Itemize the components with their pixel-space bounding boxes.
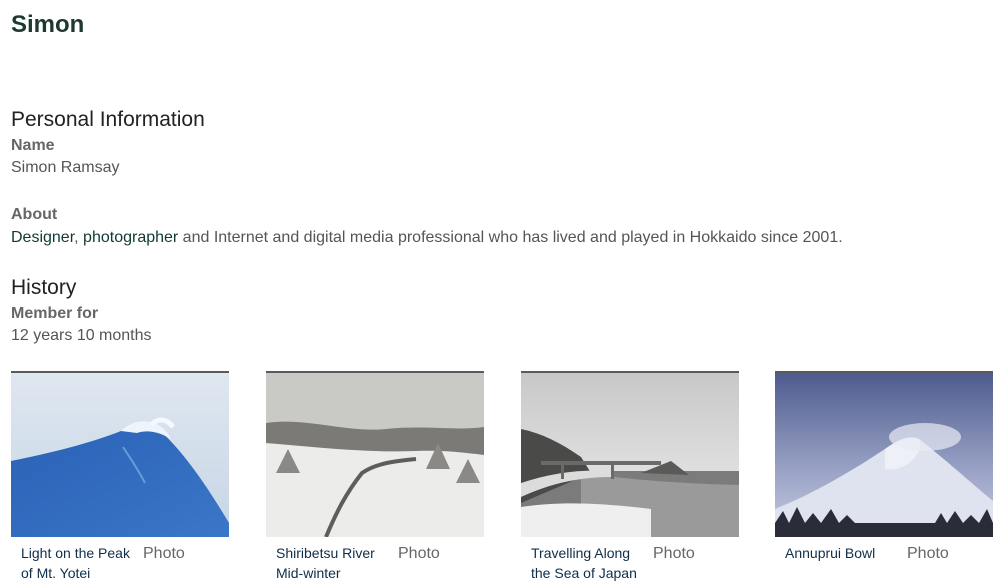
photo-title-link[interactable]: Shiribetsu River Mid-winter (276, 543, 396, 583)
member-for-label: Member for (11, 305, 99, 322)
photo-card: Light on the Peak of Mt. Yotei Photo (11, 371, 229, 581)
photo-thumbnail-annupuri-bowl[interactable] (775, 371, 993, 537)
photo-type-label: Photo (653, 545, 695, 562)
photo-title-line1: Light on the Peak (21, 545, 130, 561)
member-for-value: 12 years 10 months (11, 327, 152, 344)
photo-title-line1: Annuprui Bowl (785, 545, 876, 561)
name-value: Simon Ramsay (11, 159, 120, 176)
photo-title-link[interactable]: Travelling Along the Sea of Japan (531, 543, 651, 583)
designer-link[interactable]: Designer (11, 229, 74, 246)
photographer-link[interactable]: photographer (83, 229, 178, 246)
photo-card: Annuprui Bowl Photo (775, 371, 993, 562)
photo-type-label: Photo (398, 545, 440, 562)
about-description: and Internet and digital media professio… (178, 229, 843, 246)
photo-title-link[interactable]: Annuprui Bowl (785, 543, 905, 563)
name-label: Name (11, 137, 55, 154)
photo-thumbnail-sea-of-japan[interactable] (521, 371, 739, 537)
photo-thumbnail-shiribetsu-river[interactable] (266, 371, 484, 537)
personal-information-heading: Personal Information (11, 108, 205, 131)
page-title: Simon (11, 11, 85, 38)
about-separator: , (74, 229, 84, 246)
photo-card: Travelling Along the Sea of Japan Photo (521, 371, 739, 581)
photo-type-label: Photo (143, 545, 185, 562)
photo-title-link[interactable]: Light on the Peak of Mt. Yotei (21, 543, 141, 583)
photo-thumbnail-mt-yotei[interactable] (11, 371, 229, 537)
photo-title-line2: the Sea of Japan (531, 565, 637, 581)
about-text: Designer, photographer and Internet and … (11, 228, 843, 248)
photo-title-line1: Travelling Along (531, 545, 631, 561)
photo-card: Shiribetsu River Mid-winter Photo (266, 371, 484, 581)
photo-type-label: Photo (907, 545, 949, 562)
photo-title-line1: Shiribetsu River (276, 545, 375, 561)
about-label: About (11, 206, 58, 223)
user-profile-page: Simon Personal Information Name Simon Ra… (0, 0, 1000, 587)
photo-title-line2: of Mt. Yotei (21, 565, 91, 581)
history-heading: History (11, 276, 77, 299)
photo-title-line2: Mid-winter (276, 565, 341, 581)
